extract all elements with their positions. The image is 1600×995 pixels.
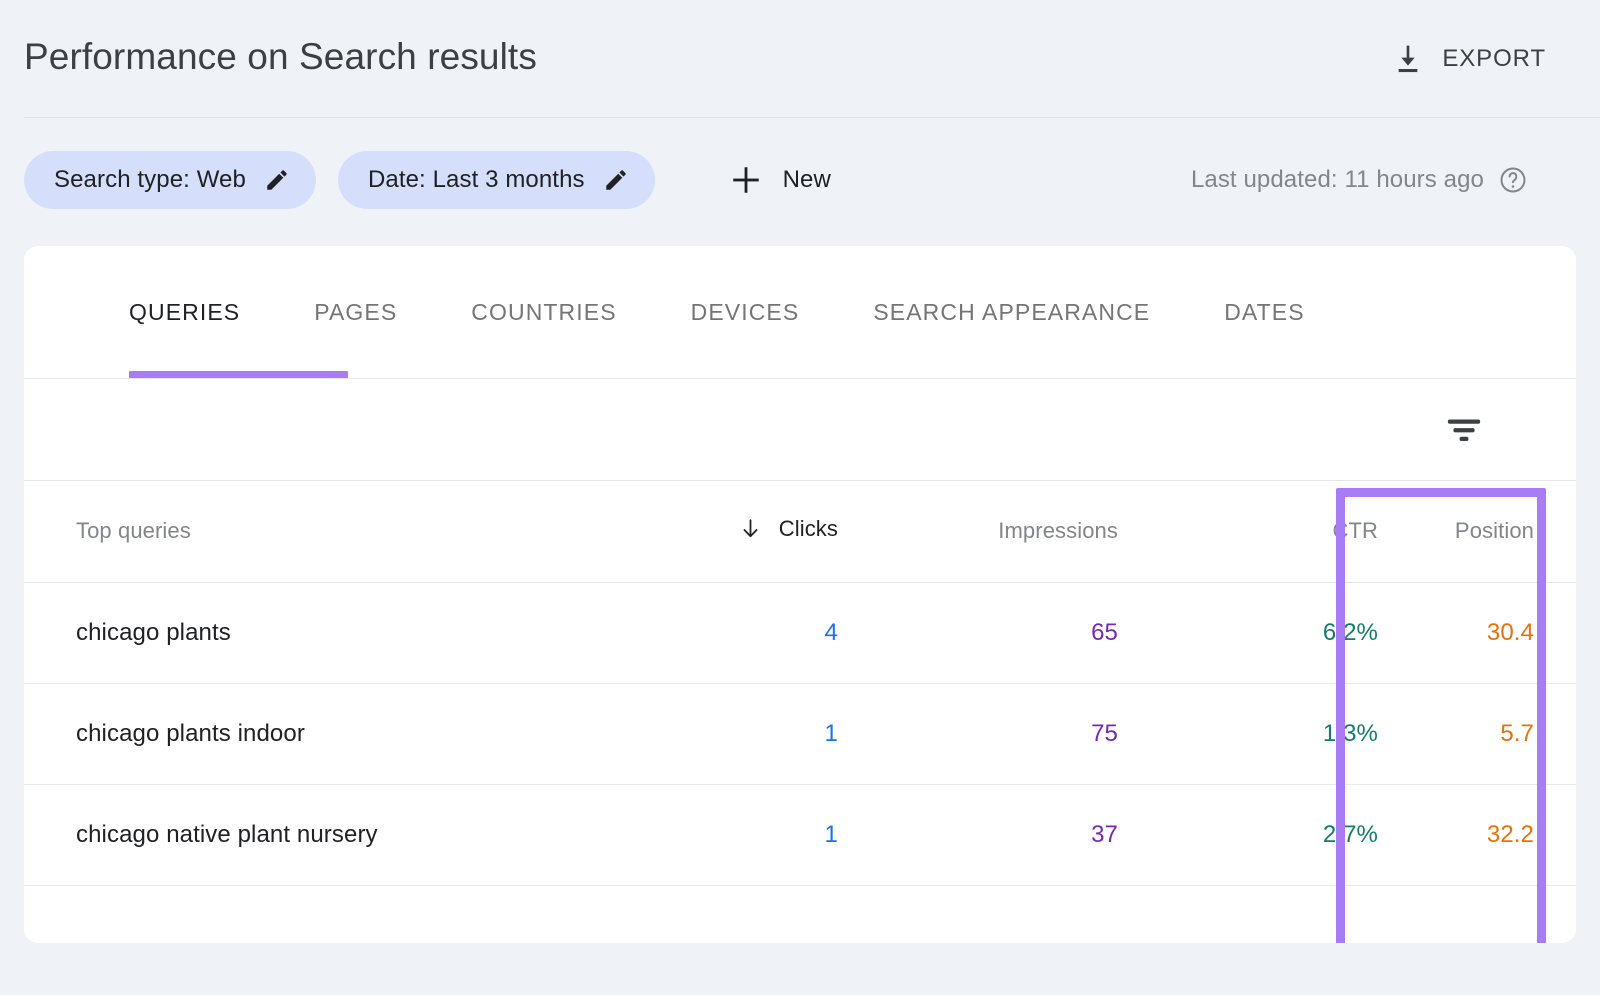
cell-clicks: 1 — [604, 683, 874, 784]
column-header-impressions[interactable]: Impressions — [874, 481, 1154, 582]
cell-position: 5.7 — [1414, 683, 1576, 784]
plus-icon — [729, 163, 763, 197]
cell-query: chicago native plant nursery — [24, 784, 604, 885]
download-icon — [1392, 42, 1424, 76]
active-tab-indicator — [129, 371, 348, 379]
new-filter-button[interactable]: New — [711, 155, 849, 205]
cell-ctr: 2.7% — [1154, 784, 1414, 885]
column-header-top-queries[interactable]: Top queries — [24, 481, 604, 582]
table-toolbar — [24, 379, 1576, 481]
new-filter-button-label: New — [783, 166, 831, 194]
tab-strip: QUERIES PAGES COUNTRIES DEVICES SEARCH A… — [24, 246, 1576, 379]
page-title: Performance on Search results — [24, 36, 537, 78]
filter-chip-search-type[interactable]: Search type: Web — [24, 151, 316, 209]
column-header-ctr[interactable]: CTR — [1154, 481, 1414, 582]
export-button[interactable]: EXPORT — [1382, 36, 1560, 82]
arrow-down-icon — [738, 516, 763, 541]
column-header-position[interactable]: Position — [1414, 481, 1576, 582]
column-header-clicks-label: Clicks — [779, 516, 838, 542]
cell-ctr: 6.2% — [1154, 582, 1414, 683]
column-header-clicks[interactable]: Clicks — [604, 481, 874, 582]
table-row[interactable]: chicago native plant nursery 1 37 2.7% 3… — [24, 784, 1576, 885]
tab-countries[interactable]: COUNTRIES — [471, 299, 616, 326]
tab-devices[interactable]: DEVICES — [691, 299, 800, 326]
cell-ctr: 1.3% — [1154, 683, 1414, 784]
filter-bar: Search type: Web Date: Last 3 months New… — [0, 118, 1600, 242]
page-header: Performance on Search results EXPORT — [0, 0, 1600, 118]
performance-card: QUERIES PAGES COUNTRIES DEVICES SEARCH A… — [24, 246, 1576, 943]
table-row[interactable]: chicago plants 4 65 6.2% 30.4 — [24, 582, 1576, 683]
cell-impressions: 65 — [874, 582, 1154, 683]
help-circle-icon[interactable] — [1498, 165, 1528, 195]
table-body: chicago plants 4 65 6.2% 30.4 chicago pl… — [24, 582, 1576, 885]
table-header-row: Top queries Clicks Impressions CTR Posit… — [24, 481, 1576, 582]
last-updated-group: Last updated: 11 hours ago — [1191, 165, 1576, 195]
cell-query: chicago plants indoor — [24, 683, 604, 784]
pencil-icon — [603, 167, 629, 193]
cell-impressions: 75 — [874, 683, 1154, 784]
cell-position: 30.4 — [1414, 582, 1576, 683]
filter-chip-search-type-label: Search type: Web — [54, 166, 246, 194]
tab-pages[interactable]: PAGES — [314, 299, 397, 326]
cell-impressions: 37 — [874, 784, 1154, 885]
tab-queries[interactable]: QUERIES — [129, 299, 240, 326]
tab-search-appearance[interactable]: SEARCH APPEARANCE — [873, 299, 1150, 326]
filter-chip-date-label: Date: Last 3 months — [368, 166, 585, 194]
cell-position: 32.2 — [1414, 784, 1576, 885]
cell-clicks: 1 — [604, 784, 874, 885]
filter-list-button[interactable] — [1434, 400, 1494, 460]
filter-chip-date[interactable]: Date: Last 3 months — [338, 151, 655, 209]
filter-list-icon — [1442, 408, 1486, 452]
tab-dates[interactable]: DATES — [1224, 299, 1304, 326]
last-updated-text: Last updated: 11 hours ago — [1191, 166, 1484, 194]
cell-query: chicago plants — [24, 582, 604, 683]
table-row[interactable]: chicago plants indoor 1 75 1.3% 5.7 — [24, 683, 1576, 784]
export-button-label: EXPORT — [1442, 45, 1546, 73]
cell-clicks: 4 — [604, 582, 874, 683]
pencil-icon — [264, 167, 290, 193]
performance-table: Top queries Clicks Impressions CTR Posit… — [24, 481, 1576, 886]
